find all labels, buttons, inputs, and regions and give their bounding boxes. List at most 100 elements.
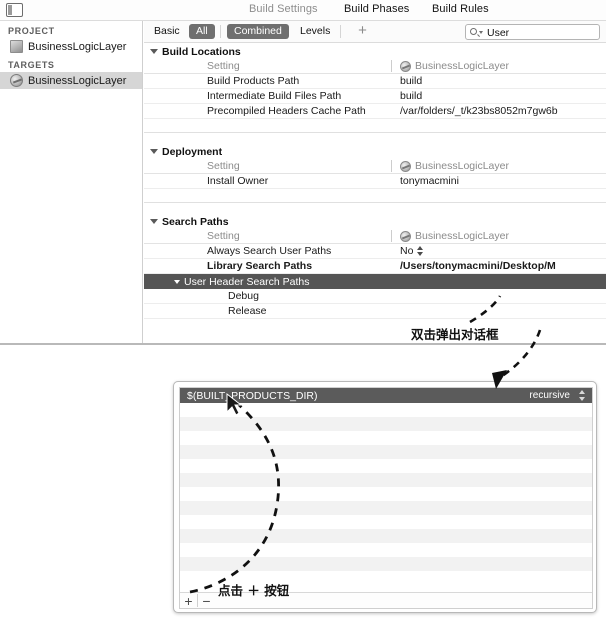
add-path-button[interactable]: +: [180, 594, 197, 608]
settings-group-build-locations[interactable]: Build Locations: [144, 44, 606, 59]
dialog-row[interactable]: [180, 515, 592, 529]
xcode-main-window: Build Settings Build Phases Build Rules …: [0, 0, 606, 345]
setting-name: Release: [228, 305, 267, 317]
target-icon: [400, 160, 411, 172]
dialog-selected-row[interactable]: $(BUILT_PRODUCTS_DIR) recursive: [180, 388, 592, 403]
setting-value[interactable]: build: [391, 90, 606, 102]
recursive-stepper-icon[interactable]: [579, 390, 587, 401]
setting-name: Build Products Path: [207, 75, 300, 87]
setting-name-text: User Header Search Paths: [184, 275, 310, 288]
navigator-item-target[interactable]: BusinessLogicLayer: [0, 72, 142, 89]
chevron-down-icon[interactable]: [479, 31, 483, 34]
dialog-row[interactable]: [180, 473, 592, 487]
search-input[interactable]: User: [465, 24, 600, 40]
table-row[interactable]: Install Owner tonymacmini: [144, 174, 606, 189]
table-row[interactable]: Release: [144, 304, 606, 319]
project-icon: [10, 40, 23, 53]
table-row[interactable]: Precompiled Headers Cache Path /var/fold…: [144, 104, 606, 119]
navigator-item-project[interactable]: BusinessLogicLayer: [0, 38, 142, 55]
target-icon: [400, 230, 411, 242]
tab-build-phases[interactable]: Build Phases: [344, 3, 409, 15]
row-spacer: [144, 189, 606, 202]
build-settings-table[interactable]: Build Locations Setting BusinessLogicLay…: [144, 44, 606, 343]
navigator-item-target-label: BusinessLogicLayer: [28, 74, 127, 87]
setting-value[interactable]: /Users/tonymacmini/Desktop/M: [391, 260, 606, 272]
annotation-double-click: 双击弹出对话框: [411, 327, 499, 342]
setting-value[interactable]: tonymacmini: [391, 175, 606, 187]
table-row[interactable]: Build Products Path build: [144, 74, 606, 89]
dialog-row[interactable]: [180, 487, 592, 501]
dialog-row[interactable]: [180, 543, 592, 557]
segment-basic[interactable]: Basic: [154, 25, 180, 37]
screenshot-root: Build Settings Build Phases Build Rules …: [0, 0, 606, 621]
disclosure-triangle-icon[interactable]: [150, 219, 158, 224]
settings-group-deployment[interactable]: Deployment: [144, 144, 606, 159]
dialog-path-value[interactable]: $(BUILT_PRODUCTS_DIR): [180, 390, 529, 402]
search-paths-dialog[interactable]: $(BUILT_PRODUCTS_DIR) recursive + −: [173, 381, 597, 613]
tab-build-settings[interactable]: Build Settings: [249, 3, 318, 15]
settings-column-header: Setting BusinessLogicLayer: [144, 59, 606, 74]
dialog-row[interactable]: [180, 417, 592, 431]
column-header-target: BusinessLogicLayer: [391, 160, 606, 172]
dialog-row[interactable]: [180, 501, 592, 515]
settings-column-header: Setting BusinessLogicLayer: [144, 159, 606, 174]
row-spacer: [144, 119, 606, 132]
column-header-setting: Setting: [207, 230, 240, 242]
build-settings-filter-bar: Basic All Combined Levels + User: [144, 21, 606, 43]
editor-tab-bar: Build Settings Build Phases Build Rules: [0, 0, 606, 21]
dialog-list-container[interactable]: $(BUILT_PRODUCTS_DIR) recursive + −: [179, 387, 593, 609]
dialog-row[interactable]: [180, 459, 592, 473]
segment-levels[interactable]: Levels: [300, 25, 330, 37]
tab-list: Build Settings Build Phases Build Rules: [0, 0, 606, 21]
settings-group-title: Search Paths: [162, 215, 229, 228]
tab-build-rules[interactable]: Build Rules: [432, 3, 489, 15]
disclosure-triangle-icon[interactable]: [174, 279, 180, 284]
table-row[interactable]: Debug: [144, 289, 606, 304]
column-header-setting: Setting: [207, 60, 240, 72]
annotation-click-plus: 点击 ＋ 按钮: [218, 583, 290, 598]
column-header-target: BusinessLogicLayer: [391, 230, 606, 242]
search-icon: [470, 28, 477, 35]
table-row[interactable]: Always Search User Paths No: [144, 244, 606, 259]
column-header-target-label: BusinessLogicLayer: [415, 60, 509, 72]
dialog-row[interactable]: [180, 557, 592, 571]
segment-combined[interactable]: Combined: [227, 24, 289, 39]
disclosure-triangle-icon[interactable]: [150, 149, 158, 154]
column-header-setting: Setting: [207, 160, 240, 172]
settings-group-title: Build Locations: [162, 45, 241, 58]
column-header-target-label: BusinessLogicLayer: [415, 230, 509, 242]
dialog-row[interactable]: [180, 403, 592, 417]
setting-value[interactable]: build: [391, 75, 606, 87]
dialog-row[interactable]: [180, 431, 592, 445]
column-header-target: BusinessLogicLayer: [391, 60, 606, 72]
disclosure-triangle-icon[interactable]: [150, 49, 158, 54]
group-gap: [144, 203, 606, 214]
navigator-item-project-label: BusinessLogicLayer: [28, 40, 127, 53]
setting-value-text: No: [400, 245, 414, 257]
dialog-row[interactable]: [180, 445, 592, 459]
remove-path-button[interactable]: −: [198, 594, 215, 608]
settings-group-search-paths[interactable]: Search Paths: [144, 214, 606, 229]
setting-name: Precompiled Headers Cache Path: [207, 105, 366, 117]
setting-value[interactable]: No: [391, 245, 606, 257]
table-row[interactable]: Library Search Paths /Users/tonymacmini/…: [144, 259, 606, 274]
dialog-empty-rows: [180, 403, 592, 588]
table-row-user-header-search-paths[interactable]: User Header Search Paths: [144, 274, 606, 289]
add-setting-button[interactable]: +: [356, 23, 369, 38]
value-stepper-icon[interactable]: [417, 246, 424, 256]
navigator-section-project: PROJECT: [8, 26, 55, 36]
setting-name: Always Search User Paths: [207, 245, 332, 257]
setting-name: Intermediate Build Files Path: [207, 90, 342, 102]
setting-name: Install Owner: [207, 175, 269, 187]
project-navigator: PROJECT BusinessLogicLayer TARGETS Busin…: [0, 21, 143, 343]
table-row[interactable]: Intermediate Build Files Path build: [144, 89, 606, 104]
setting-name: Library Search Paths: [207, 260, 313, 272]
setting-name: User Header Search Paths: [144, 276, 391, 288]
group-gap: [144, 133, 606, 144]
setting-value[interactable]: /var/folders/_t/k23bs8052m7gw6b: [391, 105, 606, 117]
segment-all[interactable]: All: [189, 24, 215, 39]
dialog-row[interactable]: [180, 529, 592, 543]
build-settings-editor: Basic All Combined Levels + User Build L…: [144, 21, 606, 343]
search-input-value: User: [487, 27, 510, 39]
settings-group-title: Deployment: [162, 145, 223, 158]
